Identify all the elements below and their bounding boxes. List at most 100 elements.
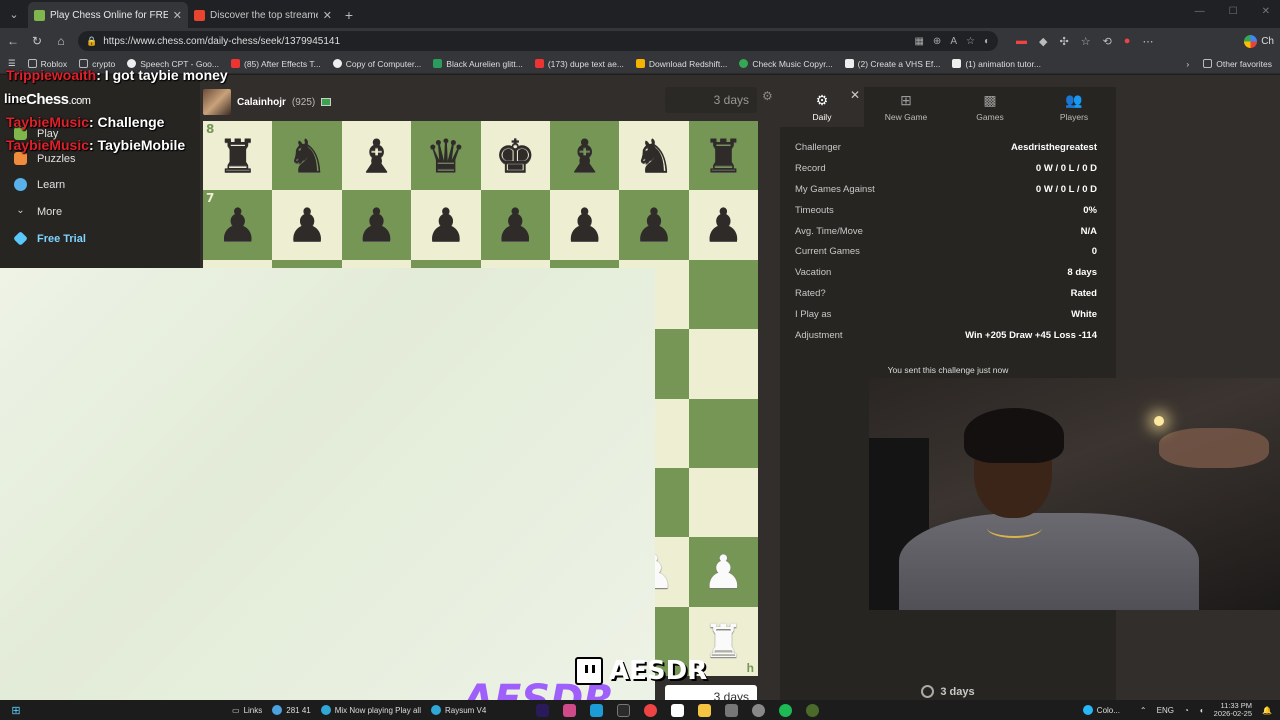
tab-new-game[interactable]: ⊞ New Game (864, 87, 948, 127)
board-square[interactable]: ♞ (619, 121, 689, 191)
tab-music[interactable]: Discover the top streamed music a ✕ (188, 2, 338, 28)
lock-icon[interactable]: 🔒 (86, 36, 97, 47)
board-square[interactable] (688, 329, 758, 399)
zoom-icon[interactable]: ⊕ (933, 36, 941, 47)
back-icon[interactable]: ← (6, 34, 20, 48)
chevron-up-icon[interactable]: ⌃ (1140, 706, 1147, 715)
board-square[interactable]: ♟ (341, 190, 412, 260)
board-square[interactable] (688, 398, 758, 468)
tab-players[interactable]: 👥 Players (1032, 87, 1116, 127)
black-pawn[interactable]: ♟ (286, 202, 327, 248)
sidebar-item-learn[interactable]: Learn (14, 178, 65, 191)
board-square[interactable]: ♟ (480, 190, 550, 260)
black-piece[interactable]: ♛ (425, 133, 466, 179)
puzzle-extension-icon[interactable]: ✣ (1059, 35, 1068, 48)
black-piece[interactable]: ♞ (633, 133, 674, 179)
board-square[interactable]: ♞ (272, 121, 342, 191)
black-pawn[interactable]: ♟ (356, 202, 397, 248)
board-square[interactable]: ♟ (688, 537, 758, 607)
maximize-icon[interactable]: ☐ (1229, 6, 1238, 17)
history-icon[interactable]: ⟲ (1103, 35, 1112, 48)
bookmark-item[interactable]: (173) dupe text ae... (534, 59, 624, 69)
address-bar[interactable]: 🔒 https://www.chess.com/daily-chess/seek… (78, 31, 998, 51)
settings-icon[interactable]: ⋯ (1142, 35, 1153, 48)
favorites-icon[interactable]: ☆ (1081, 35, 1091, 48)
board-square[interactable]: ♛ (411, 121, 481, 191)
tab-chess[interactable]: Play Chess Online for FREE - 2 Pla ✕ (28, 2, 188, 28)
board-settings-icon[interactable]: ⚙ (762, 89, 773, 103)
tab-menu-icon[interactable]: ⌄ (0, 0, 28, 28)
sidebar-item-puzzles[interactable]: Puzzles (14, 152, 76, 165)
apps-icon[interactable]: ▦ (914, 36, 923, 47)
language-indicator[interactable]: ENG (1157, 706, 1174, 715)
opponent-avatar[interactable] (203, 89, 231, 115)
chrome-icon[interactable] (644, 703, 658, 717)
taskbar-color-app[interactable]: Colo... (1082, 705, 1120, 715)
wifi-icon[interactable]: ◔ (1184, 706, 1189, 715)
bookmark-item[interactable]: Download Redshift... (635, 59, 727, 69)
close-icon[interactable]: ✕ (850, 88, 860, 102)
white-rook[interactable]: ♜ (703, 618, 744, 664)
detail-value[interactable]: Aesdristhegreatest (1011, 142, 1097, 153)
board-square[interactable]: ♝ (549, 121, 620, 191)
extension-red-icon[interactable]: ▬ (1016, 35, 1027, 48)
close-window-icon[interactable]: ✕ (1262, 6, 1270, 17)
bookmark-item[interactable]: (2) Create a VHS Ef... (844, 59, 940, 69)
other-favorites[interactable]: Other favorites (1203, 59, 1272, 69)
white-pawn[interactable]: ♟ (703, 549, 744, 595)
bookmark-item[interactable]: Black Aurelien glitt... (433, 59, 523, 69)
taskbar-mix[interactable]: Mix Now playing Play all (320, 705, 421, 715)
board-square[interactable] (688, 259, 758, 330)
tab-games[interactable]: ▩ Games (948, 87, 1032, 127)
favorite-star-icon[interactable]: ☆ (966, 36, 975, 47)
read-aloud-icon[interactable]: A (950, 36, 957, 47)
opponent-name[interactable]: Calainhojr (237, 97, 286, 108)
board-square[interactable] (688, 467, 758, 538)
black-pawn[interactable]: ♟ (425, 202, 466, 248)
black-piece[interactable]: ♞ (286, 133, 327, 179)
windows-start-icon[interactable]: ⊞ (0, 704, 32, 717)
black-pawn[interactable]: ♟ (703, 202, 744, 248)
black-pawn[interactable]: ♟ (564, 202, 605, 248)
spotify-icon[interactable] (779, 703, 793, 717)
black-pawn[interactable]: ♟ (633, 202, 674, 248)
sidebar-item-free-trial[interactable]: Free Trial (13, 231, 86, 246)
pen-icon[interactable] (725, 703, 739, 717)
capcut-icon[interactable] (671, 703, 685, 717)
taskbar-raysum[interactable]: Raysum V4 (430, 705, 486, 715)
board-square[interactable]: ♟ (619, 190, 689, 260)
black-pawn[interactable]: ♟ (495, 202, 536, 248)
black-piece[interactable]: ♜ (703, 133, 744, 179)
board-square[interactable]: ♟ (411, 190, 481, 260)
app-icon[interactable] (806, 703, 820, 717)
adblock-icon[interactable]: ● (1124, 35, 1131, 48)
folder-icon[interactable] (698, 703, 712, 717)
black-pawn[interactable]: ♟ (217, 202, 258, 248)
board-square[interactable]: ♟ (688, 190, 758, 260)
after-effects-icon[interactable] (536, 703, 550, 717)
copilot-button[interactable]: Ch (1244, 34, 1274, 48)
volume-icon[interactable]: ◖ (1199, 706, 1204, 715)
black-piece[interactable]: ♜ (217, 133, 258, 179)
close-tab-icon[interactable]: ✕ (173, 9, 182, 22)
home-icon[interactable]: ⌂ (54, 34, 68, 48)
chevron-right-icon[interactable]: › (1186, 59, 1189, 69)
chess-logo[interactable]: Chess.com (26, 91, 91, 108)
bookmark-item[interactable]: Copy of Computer... (332, 59, 421, 69)
taskbar-widgets[interactable]: ▭ Links (232, 706, 262, 715)
photos-icon[interactable] (563, 703, 577, 717)
extension-icon[interactable]: ◆ (1039, 35, 1047, 48)
board-square[interactable]: ♜ (688, 121, 758, 191)
edge-icon[interactable] (590, 703, 604, 717)
terminal-icon[interactable] (617, 703, 631, 717)
board-square[interactable]: ♚ (480, 121, 550, 191)
taskbar-weather[interactable]: 281 41 (272, 705, 311, 715)
board-square[interactable]: ♟ (549, 190, 620, 260)
notification-icon[interactable]: 🔔 (1262, 706, 1272, 715)
close-tab-icon[interactable]: ✕ (323, 9, 332, 22)
bookmark-item[interactable]: (1) animation tutor... (952, 59, 1041, 69)
board-square[interactable]: ♟ (272, 190, 342, 260)
new-tab-icon[interactable]: + (338, 2, 360, 28)
extension-icon[interactable]: ◐ (984, 36, 990, 47)
bookmark-item[interactable]: Check Music Copyr... (739, 59, 833, 69)
